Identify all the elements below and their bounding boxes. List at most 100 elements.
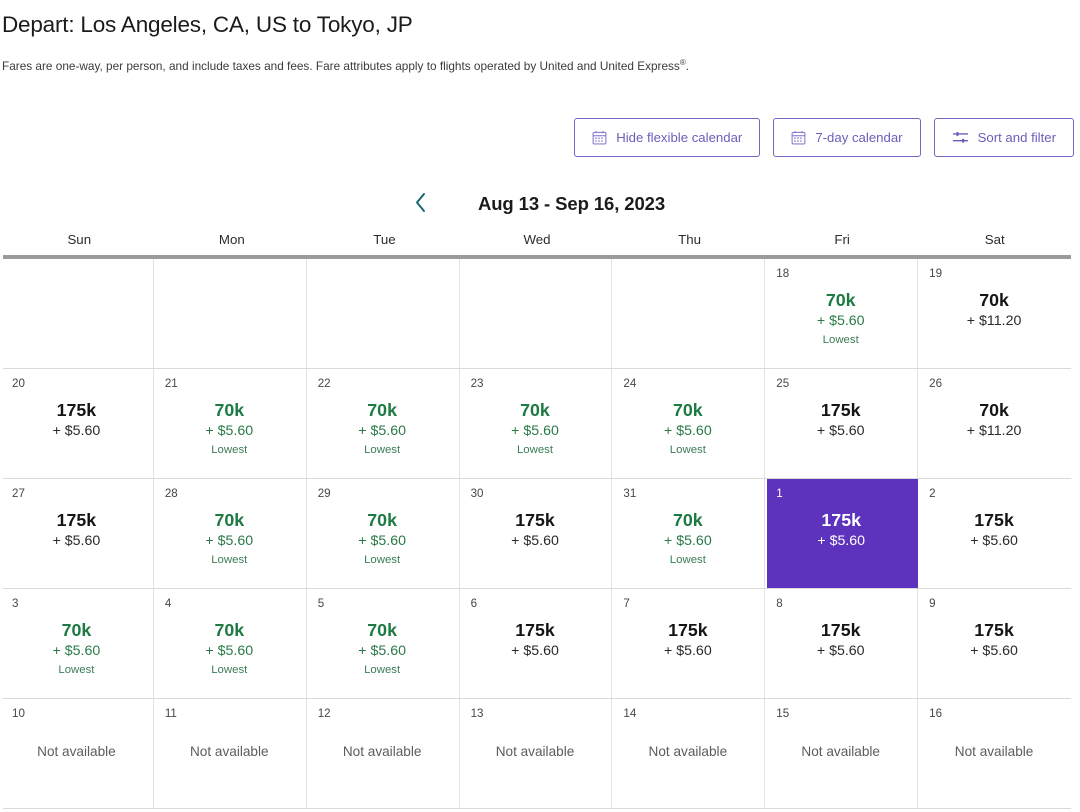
sliders-icon [952, 130, 969, 145]
calendar-day-cell[interactable]: 25 175k + $5.60 [767, 369, 919, 478]
day-number: 29 [317, 487, 331, 500]
lowest-fare-badge: Lowest [822, 334, 859, 347]
calendar-day-cell[interactable]: 14 Not available [614, 699, 766, 808]
page-title: Depart: Los Angeles, CA, US to Tokyo, JP [2, 12, 413, 37]
calendar-day-cell[interactable]: 7 175k + $5.60 [614, 589, 766, 698]
fare-info: 70k + $5.60 Lowest [165, 509, 294, 571]
fare-price: 175k [515, 509, 555, 530]
day-number: 15 [776, 707, 790, 720]
fare-price: 175k [56, 509, 97, 530]
fare-info: 175k + $5.60 [623, 619, 752, 662]
calendar-day-cell[interactable]: 31 70k + $5.60 Lowest [614, 479, 766, 588]
day-header-fri: Fri [834, 232, 850, 247]
calendar-toolbar: Hide flexible calendar 7-day calendar So… [574, 118, 1074, 157]
calendar-day-cell[interactable]: 10 Not available [3, 699, 154, 808]
calendar-day-cell[interactable]: 16 Not available [920, 699, 1071, 808]
calendar-day-cell[interactable]: 6 175k + $5.60 [461, 589, 613, 698]
day-number: 11 [164, 707, 177, 720]
calendar-day-cell[interactable]: 19 70k + $11.20 [920, 259, 1071, 368]
day-number: 30 [470, 487, 484, 500]
calendar-day-cell[interactable]: 2 175k + $5.60 [920, 479, 1071, 588]
fare-info: 70k + $5.60 Lowest [623, 399, 752, 461]
fare-tax: + $5.60 [816, 422, 865, 439]
calendar-day-cell[interactable]: 20 175k + $5.60 [3, 369, 154, 478]
fare-info: 175k + $5.60 [776, 509, 906, 552]
not-available-label: Not available [954, 743, 1034, 759]
day-number: 22 [317, 377, 331, 390]
calendar-week-row: 18 70k + $5.60 Lowest 19 70k + $11.20 [3, 259, 1071, 369]
calendar-cell-empty [155, 259, 307, 368]
hide-flexible-calendar-button[interactable]: Hide flexible calendar [574, 118, 761, 157]
fare-price: 70k [367, 509, 397, 530]
lowest-fare-badge: Lowest [669, 554, 706, 567]
calendar-day-cell[interactable]: 18 70k + $5.60 Lowest [767, 259, 919, 368]
lowest-fare-badge: Lowest [364, 554, 401, 567]
day-of-week-header-row: Sun Mon Tue Wed Thu Fri Sat [3, 232, 1071, 259]
fare-info: 175k + $5.60 [929, 509, 1059, 552]
fare-disclaimer-text: Fares are one-way, per person, and inclu… [2, 58, 680, 73]
fare-tax: + $5.60 [817, 532, 866, 549]
previous-dates-button[interactable] [406, 189, 436, 219]
fare-price: 70k [214, 509, 245, 530]
fare-info: 175k + $5.60 [12, 509, 141, 552]
fare-price: 175k [974, 619, 1014, 640]
calendar-day-cell[interactable]: 27 175k + $5.60 [3, 479, 154, 588]
calendar-day-cell[interactable]: 9 175k + $5.60 [920, 589, 1071, 698]
fare-price: 70k [673, 399, 703, 420]
calendar-week-row: 27 175k + $5.60 28 70k + $5.60 Lowest 29 70k + $5… [3, 479, 1071, 589]
calendar-day-cell[interactable]: 3 70k + $5.60 Lowest [3, 589, 154, 698]
calendar-day-cell[interactable]: 29 70k + $5.60 Lowest [308, 479, 460, 588]
day-number: 9 [929, 597, 936, 610]
flight-fare-calendar-page: Depart: Los Angeles, CA, US to Tokyo, JP… [0, 0, 1080, 812]
day-number: 23 [470, 377, 484, 390]
day-number: 3 [12, 597, 19, 610]
calendar-day-cell[interactable]: 11 Not available [155, 699, 307, 808]
fare-tax: + $5.60 [52, 422, 101, 439]
calendar-day-cell[interactable]: 30 175k + $5.60 [461, 479, 613, 588]
fare-tax: + $5.60 [970, 532, 1018, 549]
calendar-day-cell[interactable]: 28 70k + $5.60 Lowest [155, 479, 307, 588]
calendar-day-cell[interactable]: 23 70k + $5.60 Lowest [461, 369, 613, 478]
not-available-label: Not available [189, 743, 269, 759]
sort-and-filter-button[interactable]: Sort and filter [933, 118, 1074, 157]
fare-info: 70k + $5.60 Lowest [776, 289, 905, 351]
calendar-day-cell[interactable]: 13 Not available [461, 699, 613, 808]
day-number: 14 [623, 707, 637, 720]
calendar-day-cell[interactable]: 15 Not available [767, 699, 919, 808]
calendar-day-cell[interactable]: 4 70k + $5.60 Lowest [155, 589, 307, 698]
fare-tax: + $5.60 [663, 642, 712, 659]
calendar-cell-empty [461, 259, 613, 368]
calendar-day-cell[interactable]: 8 175k + $5.60 [767, 589, 919, 698]
fare-tax: + $5.60 [663, 532, 712, 549]
fare-tax: + $5.60 [970, 642, 1018, 659]
day-number: 8 [776, 597, 783, 610]
day-number: 24 [623, 377, 637, 390]
seven-day-calendar-button[interactable]: 7-day calendar [773, 118, 921, 157]
day-number: 6 [470, 597, 478, 610]
calendar-day-cell[interactable]: 5 70k + $5.60 Lowest [308, 589, 460, 698]
fare-price: 175k [56, 399, 97, 420]
calendar-day-cell[interactable]: 26 70k + $11.20 [920, 369, 1071, 478]
day-number: 16 [929, 707, 943, 720]
fare-tax: + $5.60 [358, 642, 406, 659]
month-navigation: Aug 13 - Sep 16, 2023 [0, 185, 1071, 223]
day-number: 28 [164, 487, 178, 500]
day-number: 4 [164, 597, 172, 610]
calendar-day-cell[interactable]: 12 Not available [308, 699, 460, 808]
calendar-day-cell[interactable]: 21 70k + $5.60 Lowest [155, 369, 307, 478]
fare-info: 70k + $5.60 Lowest [165, 619, 294, 681]
fare-tax: + $5.60 [511, 642, 559, 659]
day-number: 26 [929, 377, 943, 390]
day-number: 27 [12, 487, 25, 500]
calendar-cell-empty [3, 259, 154, 368]
calendar-day-cell[interactable]: 24 70k + $5.60 Lowest [614, 369, 766, 478]
calendar-day-cell[interactable]: 22 70k + $5.60 Lowest [308, 369, 460, 478]
fare-info: 175k + $5.60 [776, 399, 905, 442]
fare-info: 70k + $5.60 Lowest [471, 399, 600, 461]
calendar-week-row: 3 70k + $5.60 Lowest 4 70k + $5.60 Lowest 5 70k + … [3, 589, 1071, 699]
calendar-day-cell[interactable]: 1 175k + $5.60 [767, 479, 919, 588]
day-number: 1 [776, 487, 783, 500]
lowest-fare-badge: Lowest [364, 664, 401, 677]
fare-price: 70k [367, 619, 397, 640]
fare-price: 175k [821, 509, 861, 530]
